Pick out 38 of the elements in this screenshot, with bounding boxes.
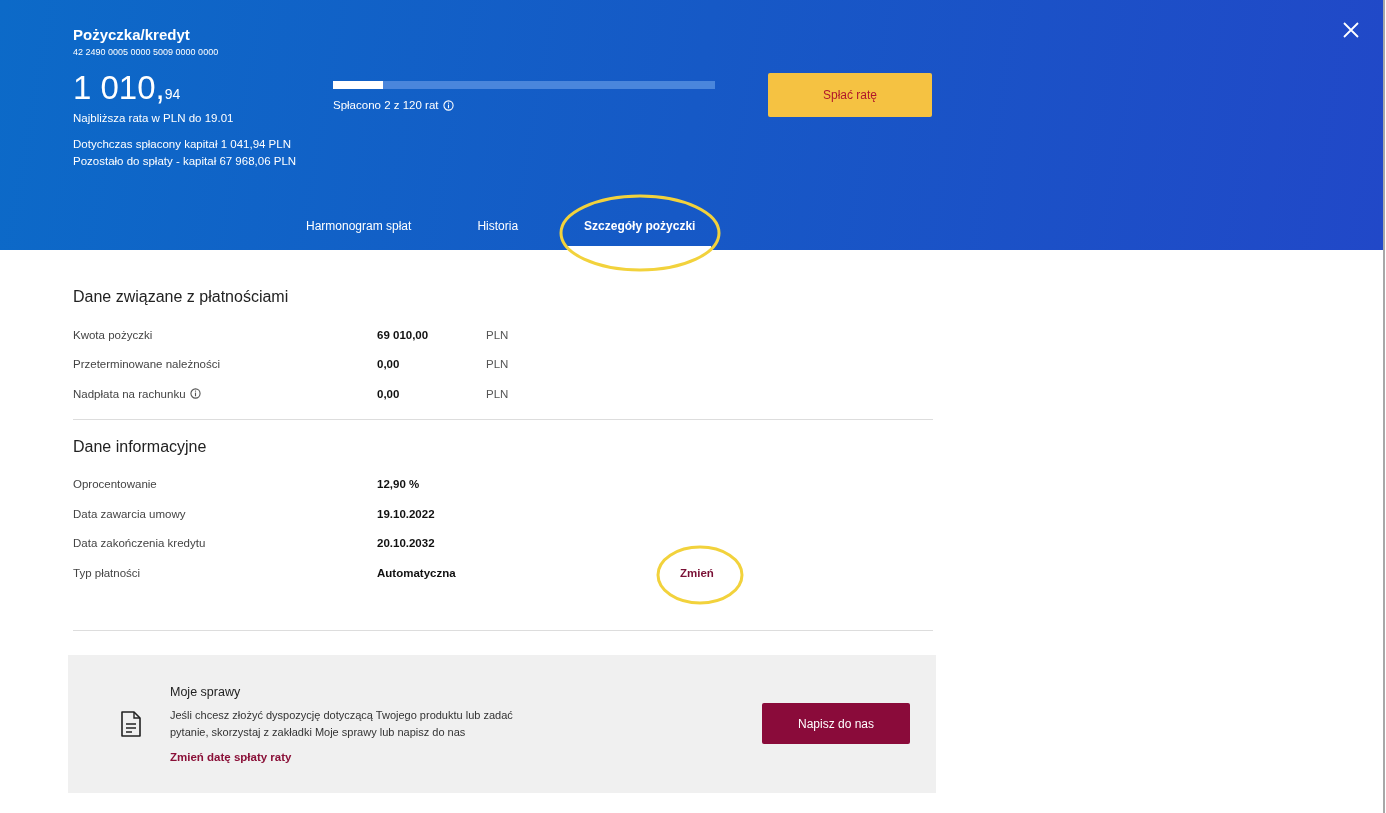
field-label: Nadpłata na rachunku (73, 387, 186, 400)
loan-title: Pożyczka/kredyt (73, 26, 191, 43)
info-icon[interactable] (189, 388, 201, 400)
close-icon[interactable] (1343, 22, 1359, 38)
write-to-us-button[interactable]: Napisz do nas (762, 703, 910, 744)
field-label: Oprocentowanie (73, 478, 157, 491)
field-value: 0,00 (377, 358, 401, 371)
pay-installment-button[interactable]: Spłać ratę (768, 73, 932, 117)
document-icon (120, 710, 142, 737)
cases-description: Jeśli chcesz złożyć dyspozycję dotyczącą Twojego produktu lub zadać pytanie, skorzystaj z zakładki Moje sprawy lub napisz do nas (170, 707, 514, 740)
field-label: Typ płatności (73, 566, 141, 579)
tab[interactable]: Harmonogram spłat (290, 219, 428, 250)
change-link[interactable]: Zmień (680, 566, 714, 579)
field-label: Data zakończenia kredytu (73, 537, 206, 550)
currency-unit: PLN (486, 328, 510, 341)
field-value: 69 010,00 (377, 328, 430, 341)
progress-label: Spłacono 2 z 120 rat (333, 99, 439, 111)
section-title: Dane informacyjne (73, 437, 208, 456)
installment-amount: 1 010, (73, 71, 165, 104)
field-label: Kwota pożyczki (73, 328, 153, 341)
field-value: 20.10.2032 (377, 537, 436, 550)
account-number: 42 2490 0005 0000 5009 0000 0000 (73, 47, 220, 57)
remaining-capital: Pozostało do spłaty - kapitał 67 968,06 PLN (73, 155, 298, 167)
currency-unit: PLN (486, 358, 510, 371)
repaid-capital: Dotychczas spłacony kapitał 1 041,94 PLN (73, 138, 292, 150)
field-value: 0,00 (377, 387, 401, 400)
cases-title: Moje sprawy (170, 684, 242, 699)
currency-unit: PLN (486, 387, 510, 400)
installment-fraction: 94 (164, 87, 181, 101)
change-date-link[interactable]: Zmień datę spłaty raty (170, 750, 762, 763)
installment-caption: Najbliższa rata w PLN do 19.01 (73, 112, 235, 124)
field-value: 19.10.2022 (377, 507, 436, 520)
section-title: Dane związane z płatnościami (73, 288, 290, 306)
tab[interactable]: Historia (461, 219, 535, 250)
field-value: Automatyczna (377, 566, 457, 579)
field-label: Przeterminowane należności (73, 358, 221, 371)
field-value: 12,90 % (377, 478, 421, 491)
field-label: Data zawarcia umowy (73, 507, 186, 520)
